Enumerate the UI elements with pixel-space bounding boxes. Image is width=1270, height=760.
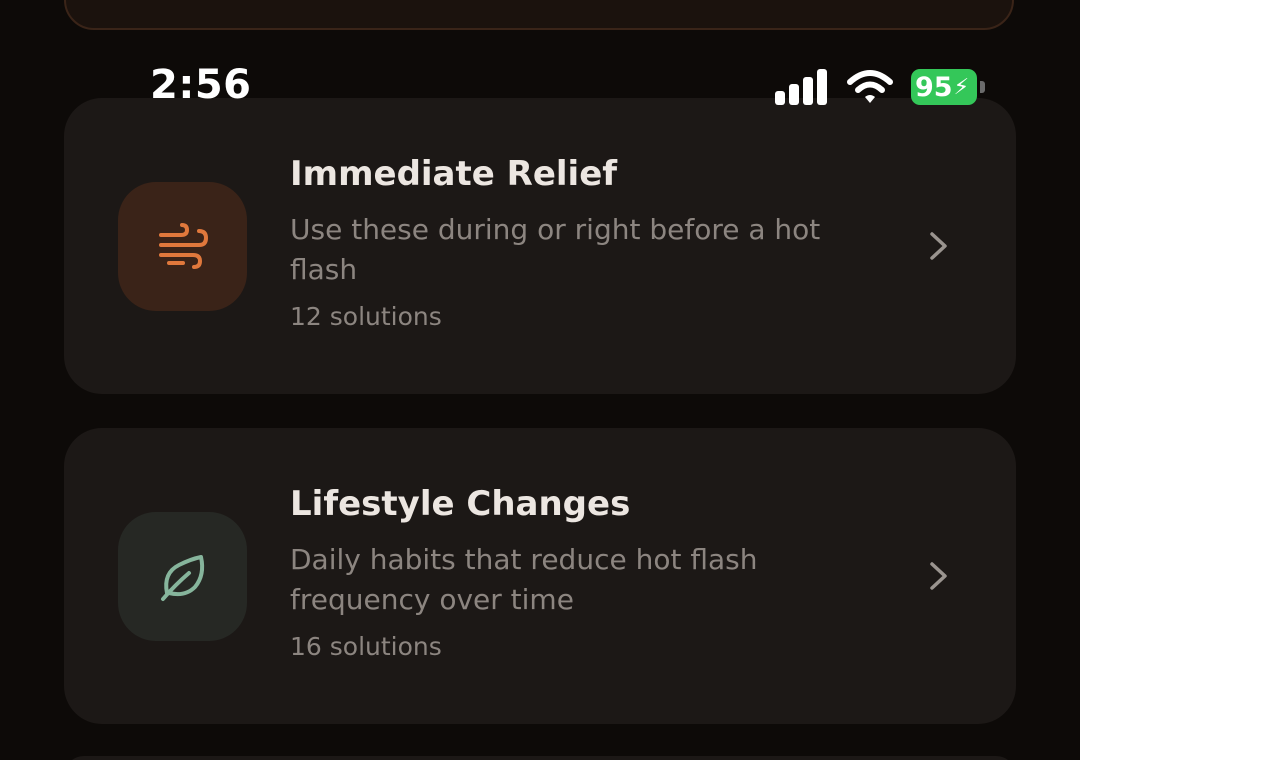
- app-screen: 2:56 95 ⚡ Immediate Relief Use these dur…: [0, 0, 1080, 760]
- leaf-icon: [160, 554, 204, 601]
- category-card-immediate-relief[interactable]: Immediate Relief Use these during or rig…: [64, 98, 1016, 394]
- status-icons: 95 ⚡: [775, 68, 985, 106]
- wifi-icon: [847, 70, 893, 103]
- charging-bolt-icon: ⚡: [953, 74, 970, 100]
- card-title: Lifestyle Changes: [290, 484, 631, 524]
- chevron-right-icon: [930, 232, 947, 260]
- wind-icon: [158, 222, 208, 269]
- category-icon-tile: [118, 182, 247, 311]
- solution-count: 16 solutions: [290, 632, 442, 661]
- status-time: 2:56: [150, 62, 252, 108]
- chevron-right-icon: [930, 562, 947, 590]
- card-title: Immediate Relief: [290, 154, 618, 194]
- category-card-lifestyle-changes[interactable]: Lifestyle Changes Daily habits that redu…: [64, 428, 1016, 724]
- card-description: Use these during or right before a hot f…: [290, 213, 821, 286]
- solution-count: 12 solutions: [290, 302, 442, 331]
- battery-nub: [980, 81, 985, 93]
- previous-card[interactable]: [64, 0, 1014, 30]
- next-card[interactable]: [64, 756, 1016, 760]
- battery-level: 95: [914, 71, 953, 103]
- card-description: Daily habits that reduce hot flash frequ…: [290, 543, 758, 616]
- category-icon-tile: [118, 512, 247, 641]
- cellular-signal-icon: [775, 69, 827, 105]
- battery-indicator: 95 ⚡: [911, 69, 985, 105]
